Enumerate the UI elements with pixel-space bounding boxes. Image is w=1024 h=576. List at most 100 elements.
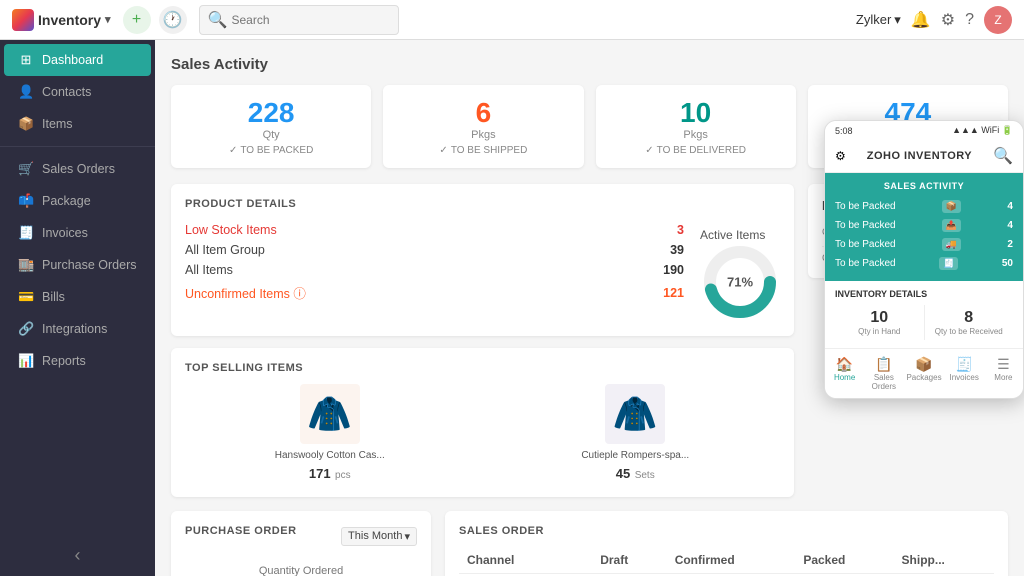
sidebar-icon-purchase-orders: 🏬 xyxy=(18,257,34,273)
so-title: SALES ORDER xyxy=(459,525,994,537)
sidebar-icon-sales-orders: 🛒 xyxy=(18,161,34,177)
mobile-row-label: To be Packed xyxy=(835,258,896,269)
mobile-row-value: 2 xyxy=(1007,239,1013,250)
po-header: PURCHASE ORDER This Month ▾ xyxy=(185,525,417,547)
mobile-inv-stats: 10Qty in Hand8Qty to be Received xyxy=(835,305,1013,340)
search-bar[interactable]: 🔍 xyxy=(199,5,399,35)
add-button[interactable]: + xyxy=(123,6,151,34)
mobile-row-value: 50 xyxy=(1002,258,1013,269)
mobile-nav-icon: ☰ xyxy=(987,356,1020,373)
top-item-name: Cutieple Rompers-spa... xyxy=(491,450,781,461)
mobile-inv-section: INVENTORY DETAILS 10Qty in Hand8Qty to b… xyxy=(825,281,1023,348)
sidebar-item-invoices[interactable]: 🧾 Invoices xyxy=(4,217,151,249)
product-row-label: All Item Group xyxy=(185,243,265,257)
donut-percent: 71% xyxy=(727,275,753,290)
so-column-header: Shipp... xyxy=(894,547,994,574)
product-row-value: 190 xyxy=(663,263,684,277)
sidebar-label-bills: Bills xyxy=(42,290,65,304)
purchase-order-card: PURCHASE ORDER This Month ▾ Quantity Ord… xyxy=(171,511,431,576)
mobile-search-icon[interactable]: 🔍 xyxy=(993,146,1013,166)
sidebar-item-bills[interactable]: 💳Bills xyxy=(4,281,151,313)
mobile-nav-more[interactable]: ☰More xyxy=(984,353,1023,394)
gear-icon[interactable]: ⚙ xyxy=(941,10,955,30)
content-area: Sales Activity 228 Qty ✓ TO BE PACKED 6 … xyxy=(155,40,1024,576)
so-column-header: Channel xyxy=(459,547,592,574)
mobile-inv-lbl: Qty to be Received xyxy=(929,327,1010,336)
help-icon[interactable]: ? xyxy=(965,11,974,29)
sidebar-icon-contacts: 👤 xyxy=(18,84,34,100)
brand-chevron-icon[interactable]: ▾ xyxy=(105,13,111,26)
donut-section: Active Items 71% xyxy=(700,228,780,322)
sidebar-item-reports[interactable]: 📊Reports xyxy=(4,345,151,377)
app-logo xyxy=(12,9,34,31)
sidebar-item-dashboard[interactable]: ⊞Dashboard xyxy=(4,44,151,76)
product-detail-row: Unconfirmed Items ⓘ121 xyxy=(185,280,684,305)
mobile-gear-icon[interactable]: ⚙ xyxy=(835,149,846,163)
activity-label-to-ship: ✓ TO BE SHIPPED xyxy=(401,145,565,156)
product-row-label: Low Stock Items xyxy=(185,223,277,237)
mobile-nav-icon: 📦 xyxy=(906,356,941,373)
sidebar-item-sales-orders[interactable]: 🛒 Sales Orders xyxy=(4,153,151,185)
sidebar-icon-invoices: 🧾 xyxy=(18,225,34,241)
mobile-inv-num: 8 xyxy=(929,309,1010,327)
sidebar-collapse-button[interactable]: ‹ xyxy=(0,535,155,576)
mobile-inv-stat: 10Qty in Hand xyxy=(835,305,925,340)
product-detail-row: Low Stock Items3 xyxy=(185,220,684,240)
mobile-row-badge: 📤 xyxy=(942,219,961,232)
history-button[interactable]: 🕐 xyxy=(159,6,187,34)
sidebar-icon-dashboard: ⊞ xyxy=(18,52,34,68)
user-name-display[interactable]: Zylker ▾ xyxy=(856,12,901,28)
top-navbar: Inventory ▾ + 🕐 🔍 Zylker ▾ 🔔 ⚙ ? Z xyxy=(0,0,1024,40)
top-items: 🧥 Hanswooly Cotton Cas... 171 pcs 🧥 Cuti… xyxy=(185,384,780,483)
top-selling-item: 🧥 Cutieple Rompers-spa... 45 Sets xyxy=(491,384,781,483)
mobile-row-label: To be Packed xyxy=(835,239,896,250)
main-layout: ⊞Dashboard👤Contacts📦Items 🛒 Sales Orders 📫… xyxy=(0,40,1024,576)
so-column-header: Draft xyxy=(592,547,667,574)
sidebar-item-purchase-orders[interactable]: 🏬 Purchase Orders xyxy=(4,249,151,281)
mobile-nav-packages[interactable]: 📦Packages xyxy=(903,353,944,394)
mobile-nav-label: Sales Orders xyxy=(872,373,896,391)
mobile-row-value: 4 xyxy=(1007,201,1013,212)
bell-icon[interactable]: 🔔 xyxy=(911,10,931,30)
bottom-row: PURCHASE ORDER This Month ▾ Quantity Ord… xyxy=(171,511,1008,576)
sales-order-card: SALES ORDER ChannelDraftConfirmedPackedS… xyxy=(445,511,1008,576)
sidebar-label-sales-orders: Sales Orders xyxy=(42,162,115,176)
mobile-inv-lbl: Qty in Hand xyxy=(839,327,920,336)
sidebar-icon-reports: 📊 xyxy=(18,353,34,369)
mobile-header: ⚙ ZOHO INVENTORY 🔍 xyxy=(825,140,1023,173)
sidebar-item-package[interactable]: 📫Package xyxy=(4,185,151,217)
sidebar-label-invoices: Invoices xyxy=(42,226,88,240)
mobile-row-badge: 🚚 xyxy=(942,238,961,251)
activity-check-icon: ✓ xyxy=(439,145,447,156)
activity-value-to-ship: 6 xyxy=(476,97,492,128)
po-filter-dropdown[interactable]: This Month ▾ xyxy=(341,527,417,546)
search-input[interactable] xyxy=(231,13,389,27)
avatar[interactable]: Z xyxy=(984,6,1012,34)
mobile-activity-row: To be Packed 🚚 2 xyxy=(835,235,1013,254)
mobile-activity-row: To be Packed 📤 4 xyxy=(835,216,1013,235)
mobile-nav-invoices[interactable]: 🧾Invoices xyxy=(945,353,984,394)
mobile-inv-num: 10 xyxy=(839,309,920,327)
sidebar-item-items[interactable]: 📦Items xyxy=(4,108,151,140)
mobile-nav-icon: 📋 xyxy=(867,356,900,373)
po-qty-stat: Quantity Ordered 2.00 xyxy=(185,555,417,576)
mobile-row-badge: 📦 xyxy=(942,200,961,213)
sales-activity-title: Sales Activity xyxy=(171,56,1008,73)
mobile-signal-icons: ▲▲▲ WiFi 🔋 xyxy=(952,125,1013,136)
activity-unit-to-deliver: Pkgs xyxy=(614,129,778,141)
sidebar-item-contacts[interactable]: 👤Contacts xyxy=(4,76,151,108)
mobile-activity-row: To be Packed 🧾 50 xyxy=(835,254,1013,273)
sidebar-item-integrations[interactable]: 🔗Integrations xyxy=(4,313,151,345)
app-name: Inventory xyxy=(38,12,101,28)
mobile-nav-home[interactable]: 🏠Home xyxy=(825,353,864,394)
mobile-nav-sales-orders[interactable]: 📋Sales Orders xyxy=(864,353,903,394)
activity-label-to-pack: ✓ TO BE PACKED xyxy=(189,145,353,156)
top-item-qty: 171 pcs xyxy=(185,465,475,483)
mobile-row-value: 4 xyxy=(1007,220,1013,231)
product-rows: Low Stock Items3All Item Group39All Item… xyxy=(185,220,684,322)
activity-label-to-deliver: ✓ TO BE DELIVERED xyxy=(614,145,778,156)
activity-value-to-pack: 228 xyxy=(248,97,295,128)
sidebar-label-purchase-orders: Purchase Orders xyxy=(42,258,136,272)
activity-card-to-ship: 6 Pkgs ✓ TO BE SHIPPED xyxy=(383,85,583,168)
filter-chevron-icon: ▾ xyxy=(404,530,410,543)
